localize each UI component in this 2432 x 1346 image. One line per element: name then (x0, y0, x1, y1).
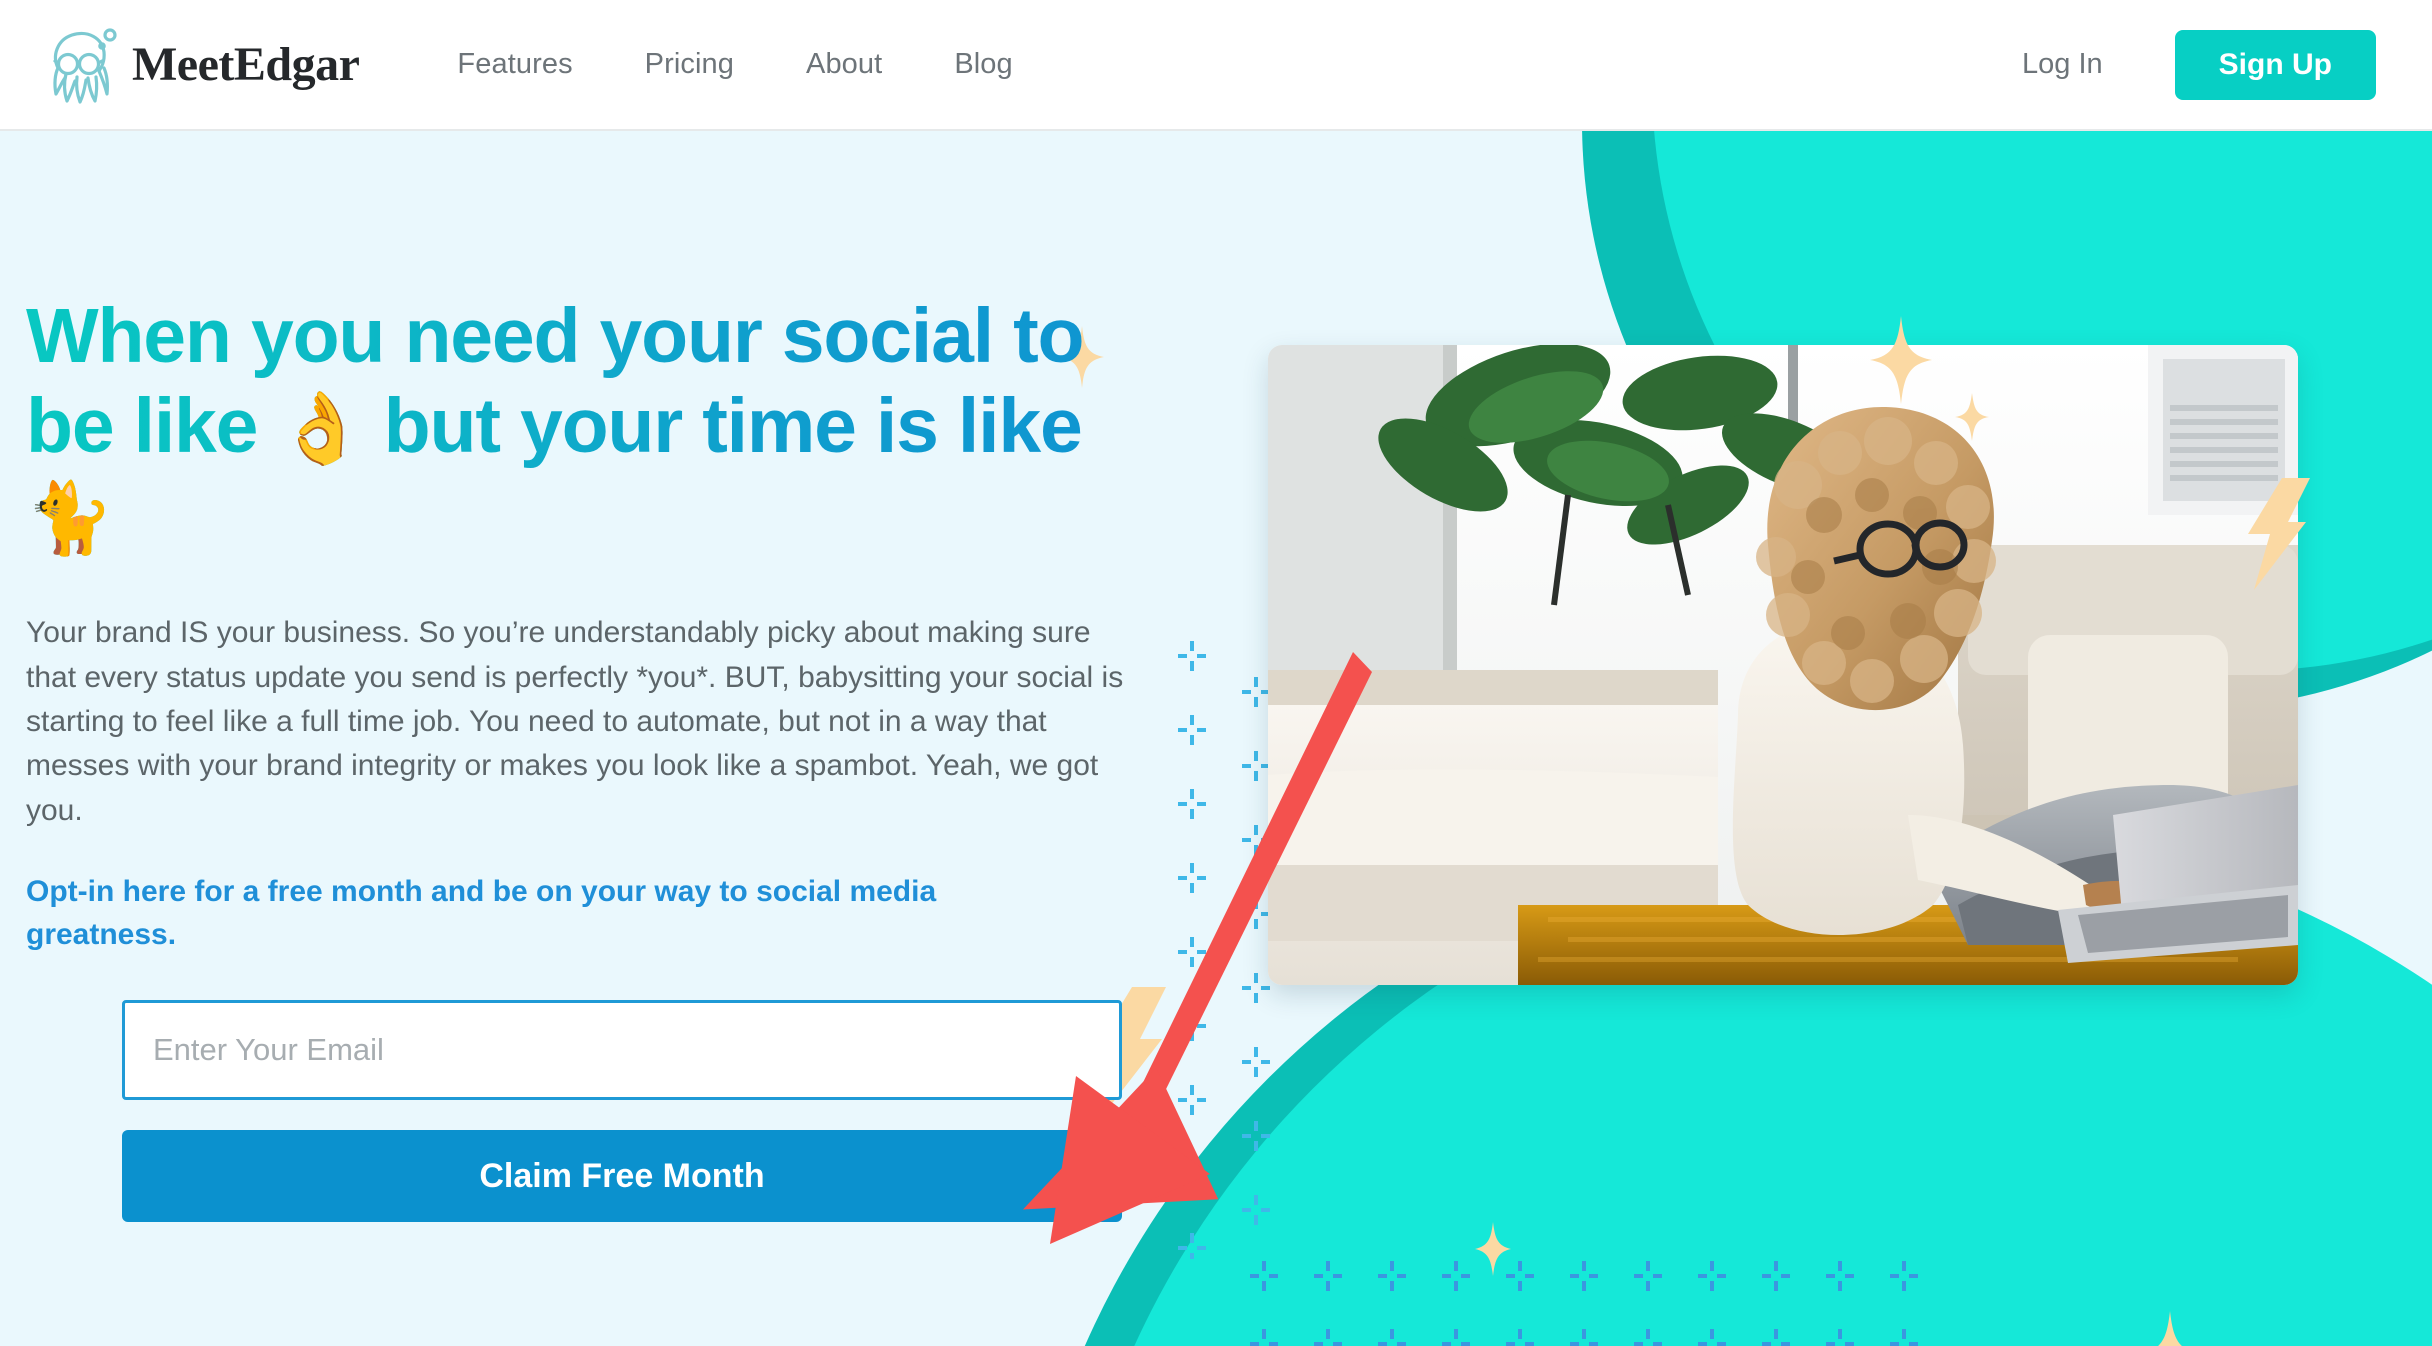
main-nav: Features Pricing About Blog (421, 38, 1048, 91)
signup-button[interactable]: Sign Up (2174, 29, 2376, 100)
nav-item-about[interactable]: About (770, 38, 918, 91)
ok-hand-emoji-icon: 👌 (277, 389, 364, 468)
nav-item-features[interactable]: Features (421, 38, 608, 91)
hero-photo (1268, 345, 2298, 985)
login-link[interactable]: Log In (1992, 38, 2133, 91)
octopus-mascot-icon (44, 22, 126, 108)
nav-item-blog[interactable]: Blog (918, 38, 1048, 91)
optin-link-text[interactable]: Opt-in here for a free month and be on y… (26, 871, 1066, 956)
plus-pattern-horizontal (1250, 1261, 1918, 1346)
hero-content: When you need your social to be like 👌 b… (26, 131, 1186, 1223)
email-input[interactable] (122, 1000, 1122, 1101)
cat-emoji-icon: 🐈 (26, 479, 113, 558)
hero-section: When you need your social to be like 👌 b… (0, 131, 2432, 1346)
hero-body-text: Your brand IS your business. So you’re u… (26, 616, 1124, 827)
signup-form: Claim Free Month (122, 1000, 1122, 1223)
claim-free-month-button[interactable]: Claim Free Month (122, 1130, 1122, 1223)
site-header: MeetEdgar Features Pricing About Blog Lo… (0, 0, 2432, 131)
header-actions: Log In Sign Up (1992, 29, 2376, 100)
landing-page: MeetEdgar Features Pricing About Blog Lo… (0, 0, 2432, 1346)
nav-item-pricing[interactable]: Pricing (609, 38, 770, 91)
page-title: When you need your social to be like 👌 b… (26, 291, 1186, 561)
headline-text-2: but your time is like (363, 383, 1082, 470)
logo-text: MeetEdgar (132, 37, 360, 91)
logo[interactable]: MeetEdgar (44, 22, 360, 108)
